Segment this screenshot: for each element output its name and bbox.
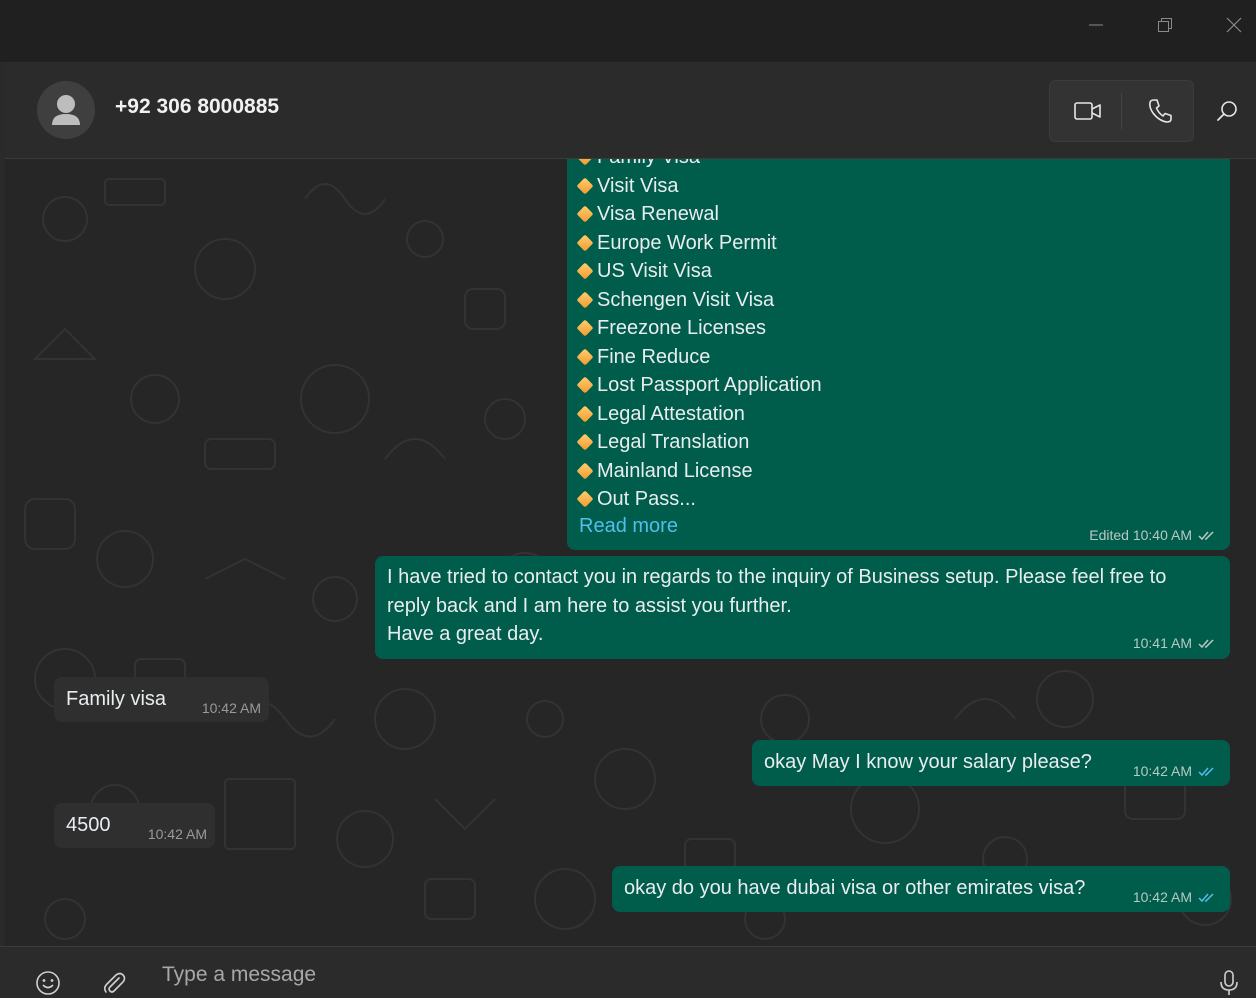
- restore-icon: [1158, 18, 1172, 32]
- message-time: 10:42 AM: [147, 826, 207, 842]
- message-time: 10:42 AM: [1132, 889, 1192, 905]
- blue-double-check-icon: [1198, 766, 1214, 776]
- services-list-item: Legal Attestation: [575, 400, 822, 429]
- orange-diamond-icon: [576, 234, 594, 252]
- attach-button[interactable]: [100, 969, 128, 997]
- services-list-item: Family Visa: [575, 159, 822, 172]
- visa-question-message[interactable]: okay do you have dubai visa or other emi…: [612, 866, 1230, 912]
- business-followup-message[interactable]: I have tried to contact you in regards t…: [375, 556, 1230, 659]
- chat-area[interactable]: Family Visa Visit VisaVisa RenewalEurope…: [5, 159, 1256, 946]
- minimize-button[interactable]: [1076, 8, 1116, 42]
- orange-diamond-icon: [576, 462, 594, 480]
- chat-header: +92 306 8000885: [5, 62, 1256, 159]
- message-text: okay do you have dubai visa or other emi…: [624, 877, 1086, 899]
- message-meta: 10:42 AM: [1133, 763, 1216, 779]
- services-list-item: Europe Work Permit: [575, 229, 822, 258]
- services-list: Family Visa Visit VisaVisa RenewalEurope…: [575, 159, 822, 538]
- blue-double-check-icon: [1198, 892, 1214, 902]
- minimize-icon: [1089, 24, 1103, 26]
- voice-message-button[interactable]: [1216, 969, 1242, 997]
- orange-diamond-icon: [576, 490, 594, 508]
- services-list-item: Fine Reduce: [575, 343, 822, 372]
- close-icon: [1226, 17, 1242, 33]
- incoming-message[interactable]: Family visa 10:42 AM: [54, 677, 269, 722]
- services-list-item: Legal Translation: [575, 428, 822, 457]
- orange-diamond-icon: [576, 348, 594, 366]
- message-input[interactable]: [160, 959, 1164, 991]
- orange-diamond-icon: [576, 262, 594, 280]
- read-more-link[interactable]: Read more: [575, 515, 822, 538]
- video-camera-icon: [1074, 102, 1101, 120]
- orange-diamond-icon: [576, 205, 594, 223]
- contact-name[interactable]: +92 306 8000885: [115, 95, 279, 119]
- emoji-button[interactable]: [34, 969, 62, 997]
- orange-diamond-icon: [576, 319, 594, 337]
- restore-button[interactable]: [1145, 8, 1185, 42]
- services-list-item: Visa Renewal: [575, 200, 822, 229]
- services-list-item: US Visit Visa: [575, 257, 822, 286]
- search-icon: [1217, 101, 1237, 121]
- phone-icon: [1149, 99, 1172, 123]
- double-check-icon: [1198, 530, 1214, 540]
- video-call-button[interactable]: [1070, 95, 1106, 127]
- message-text: I have tried to contact you in regards t…: [387, 566, 1167, 645]
- emoji-icon: [36, 971, 60, 995]
- voice-call-button[interactable]: [1142, 95, 1178, 127]
- double-check-icon: [1198, 638, 1214, 648]
- message-composer: [0, 946, 1256, 998]
- incoming-message[interactable]: 4500 10:42 AM: [54, 803, 215, 848]
- orange-diamond-icon: [576, 405, 594, 423]
- services-list-item: Visit Visa: [575, 172, 822, 201]
- salary-question-message[interactable]: okay May I know your salary please? 10:4…: [752, 740, 1230, 786]
- message-time: 10:41 AM: [1132, 635, 1192, 651]
- message-meta: 10:41 AM: [1133, 635, 1216, 651]
- message-time: 10:42 AM: [1132, 763, 1192, 779]
- message-text: 4500: [66, 814, 111, 836]
- services-list-item: Schengen Visit Visa: [575, 286, 822, 315]
- orange-diamond-icon: [576, 177, 594, 195]
- services-list-item: Mainland License: [575, 457, 822, 486]
- window-titlebar: [0, 0, 1256, 62]
- paperclip-icon: [103, 972, 126, 993]
- call-divider: [1121, 93, 1122, 129]
- services-list-item: Out Pass...: [575, 485, 822, 514]
- orange-diamond-icon: [576, 376, 594, 394]
- person-icon: [52, 95, 80, 125]
- message-text: okay May I know your salary please?: [764, 751, 1092, 773]
- services-list-item: Freezone Licenses: [575, 314, 822, 343]
- orange-diamond-icon: [576, 159, 594, 166]
- services-message[interactable]: Family Visa Visit VisaVisa RenewalEurope…: [567, 159, 1230, 550]
- avatar[interactable]: [37, 81, 95, 139]
- search-button[interactable]: [1212, 96, 1242, 126]
- close-button[interactable]: [1214, 8, 1254, 42]
- orange-diamond-icon: [576, 433, 594, 451]
- microphone-icon: [1220, 970, 1238, 995]
- orange-diamond-icon: [576, 291, 594, 309]
- message-meta: Edited 10:40 AM: [1089, 527, 1216, 543]
- message-meta: 10:42 AM: [1133, 889, 1216, 905]
- message-text: Family visa: [66, 688, 167, 710]
- call-buttons-group: [1049, 80, 1194, 142]
- message-time: Edited 10:40 AM: [1089, 527, 1192, 543]
- message-time: 10:42 AM: [201, 700, 261, 716]
- services-list-item: Lost Passport Application: [575, 371, 822, 400]
